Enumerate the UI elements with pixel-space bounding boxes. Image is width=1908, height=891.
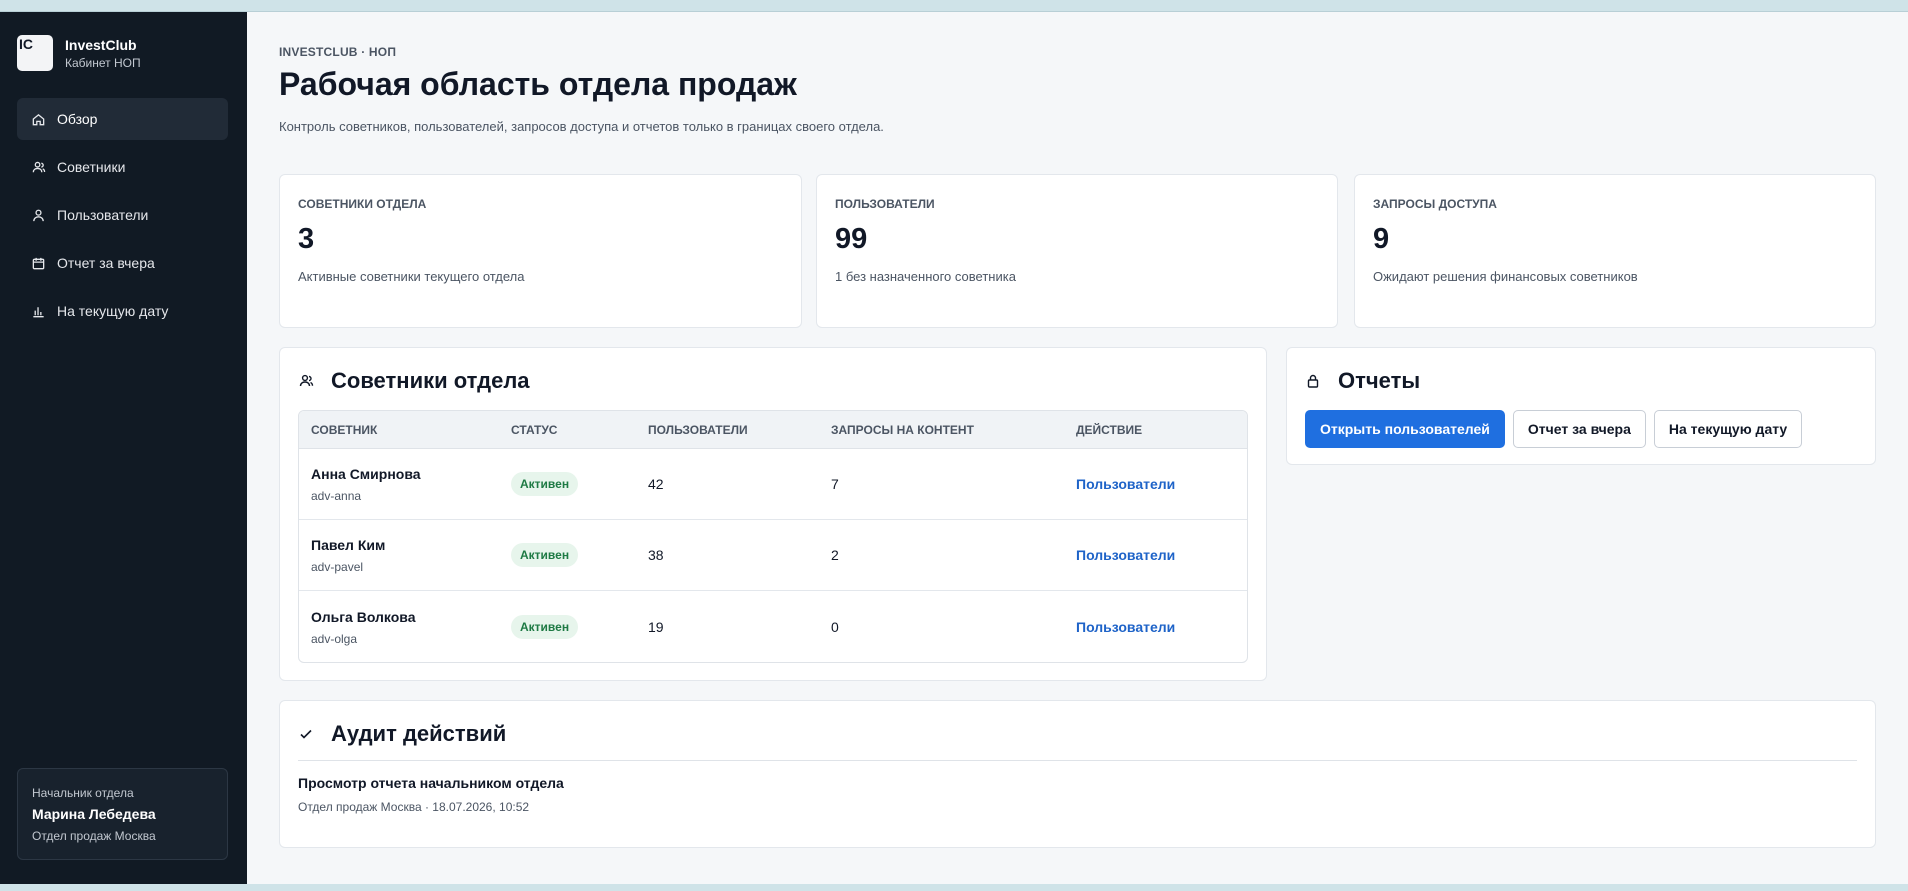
- advisor-users-link[interactable]: Пользователи: [1076, 476, 1175, 492]
- advisor-users-count: 19: [648, 618, 664, 635]
- profile-role: Начальник отдела: [32, 786, 134, 800]
- audit-entry-title: Просмотр отчета начальником отдела: [298, 775, 564, 791]
- reports-title: Отчеты: [1338, 368, 1421, 393]
- stat-value: 99: [835, 223, 868, 255]
- advisors-title: Советники отдела: [331, 368, 530, 393]
- users-icon: [32, 161, 46, 172]
- reports-panel: Отчеты Открыть пользователей Отчет за вче…: [1286, 347, 1876, 465]
- open-users-button[interactable]: Открыть пользователей: [1305, 410, 1505, 448]
- table-row: Ольга Волкова adv-olga Активен 19 0 Польз…: [299, 591, 1247, 662]
- stat-value: 3: [298, 223, 315, 255]
- column-header-content-requests[interactable]: ЗАПРОСЫ НА КОНТЕНТ: [819, 411, 1064, 449]
- lock-icon: [1307, 374, 1319, 388]
- advisor-users-link[interactable]: Пользователи: [1076, 547, 1175, 563]
- sidebar-nav: Обзор Советники Пользователи Отчет за вч…: [17, 98, 228, 338]
- user-icon: [33, 209, 44, 221]
- stat-note: 1 без назначенного советника: [835, 269, 1016, 284]
- column-header-advisor[interactable]: СОВЕТНИК: [299, 411, 499, 449]
- sidebar-item-label: Пользователи: [57, 207, 149, 223]
- sidebar-item-users[interactable]: Пользователи: [17, 194, 228, 236]
- sidebar-item-label: Советники: [57, 159, 126, 175]
- column-header-status[interactable]: СТАТУС: [499, 411, 636, 449]
- sidebar-item-label: Обзор: [57, 111, 98, 127]
- advisor-id: adv-olga: [311, 631, 358, 646]
- advisor-name: Ольга Волкова: [311, 608, 416, 625]
- brand-logo: IC: [17, 35, 53, 71]
- audit-entry: Просмотр отчета начальником отдела Отдел…: [298, 775, 1857, 814]
- stat-card-access-requests: Запросы доступа 9 Ожидают решения финанс…: [1354, 174, 1876, 328]
- table-row: Павел Ким adv-pavel Активен 38 2 Пользова…: [299, 520, 1247, 591]
- advisors-panel: Советники отдела СОВЕТНИК СТАТУС ПОЛЬЗОВ…: [279, 347, 1267, 681]
- status-badge: Активен: [511, 543, 579, 567]
- home-icon: [32, 113, 45, 125]
- advisor-users-link[interactable]: Пользователи: [1076, 619, 1175, 635]
- sidebar-item-report-yesterday[interactable]: Отчет за вчера: [17, 242, 228, 284]
- advisor-name: Анна Смирнова: [311, 466, 421, 482]
- advisor-requests-count: 0: [831, 618, 839, 635]
- bar-chart-icon: [33, 306, 44, 317]
- divider: [298, 760, 1857, 761]
- advisors-table: СОВЕТНИК СТАТУС ПОЛЬЗОВАТЕЛИ ЗАПРОСЫ НА …: [298, 410, 1248, 663]
- profile-name: Марина Лебедева: [32, 806, 156, 822]
- brand-name: InvestClub: [65, 36, 137, 53]
- stat-card-advisors: Советники отдела 3 Активные советники те…: [279, 174, 802, 328]
- advisor-requests-count: 7: [819, 449, 1064, 520]
- status-badge: Активен: [511, 472, 579, 496]
- main-content: INVESTCLUB · НОП Рабочая область отдела …: [247, 12, 1908, 884]
- sidebar-item-label: Отчет за вчера: [57, 255, 155, 271]
- stat-card-users: Пользователи 99 1 без назначенного совет…: [816, 174, 1338, 328]
- page-subtitle: Контроль советников, пользователей, запр…: [279, 119, 884, 134]
- table-header-row: СОВЕТНИК СТАТУС ПОЛЬЗОВАТЕЛИ ЗАПРОСЫ НА …: [299, 411, 1247, 449]
- breadcrumb: INVESTCLUB · НОП: [279, 45, 397, 59]
- stat-label: Пользователи: [835, 197, 935, 211]
- advisor-id: adv-pavel: [311, 560, 364, 574]
- stat-note: Ожидают решения финансовых советников: [1373, 269, 1638, 284]
- table-row: Анна Смирнова adv-anna Активен 42 7 Польз…: [299, 449, 1247, 520]
- advisor-users-count: 38: [636, 520, 819, 591]
- profile-department: Отдел продаж Москва: [32, 829, 156, 843]
- sidebar: IC InvestClub Кабинет НОП Обзор Советник…: [0, 12, 247, 884]
- column-header-action: ДЕЙСТВИЕ: [1064, 411, 1247, 449]
- app-window: IC InvestClub Кабинет НОП Обзор Советник…: [0, 11, 1908, 884]
- advisor-name: Павел Ким: [311, 537, 386, 553]
- sidebar-item-overview[interactable]: Обзор: [17, 98, 228, 140]
- audit-entry-meta: Отдел продаж Москва · 18.07.2026, 10:52: [298, 800, 530, 814]
- column-header-users[interactable]: ПОЛЬЗОВАТЕЛИ: [636, 411, 819, 449]
- sidebar-item-label: На текущую дату: [57, 303, 169, 319]
- check-icon: [300, 729, 312, 739]
- sidebar-item-current-date[interactable]: На текущую дату: [17, 290, 228, 332]
- audit-panel: Аудит действий Просмотр отчета начальник…: [279, 700, 1876, 848]
- users-icon: [299, 374, 314, 387]
- advisor-users-count: 42: [636, 449, 819, 520]
- stat-note: Активные советники текущего отдела: [298, 269, 525, 284]
- stat-value: 9: [1373, 223, 1390, 255]
- calendar-icon: [32, 257, 45, 269]
- page-title: Рабочая область отдела продаж: [279, 66, 797, 102]
- advisor-requests-count: 2: [819, 520, 1064, 591]
- current-date-report-button[interactable]: На текущую дату: [1653, 410, 1803, 448]
- stat-label: Советники отдела: [298, 197, 427, 211]
- advisor-id: adv-anna: [311, 489, 362, 503]
- brand-subtitle: Кабинет НОП: [65, 55, 141, 70]
- status-badge: Активен: [511, 614, 579, 639]
- brand[interactable]: IC InvestClub Кабинет НОП: [17, 35, 141, 71]
- audit-title: Аудит действий: [331, 721, 507, 746]
- sidebar-item-advisors[interactable]: Советники: [17, 146, 228, 188]
- report-yesterday-button[interactable]: Отчет за вчера: [1512, 410, 1646, 448]
- stat-label: Запросы доступа: [1373, 197, 1497, 211]
- profile-card[interactable]: Начальник отдела Марина Лебедева Отдел п…: [17, 768, 228, 860]
